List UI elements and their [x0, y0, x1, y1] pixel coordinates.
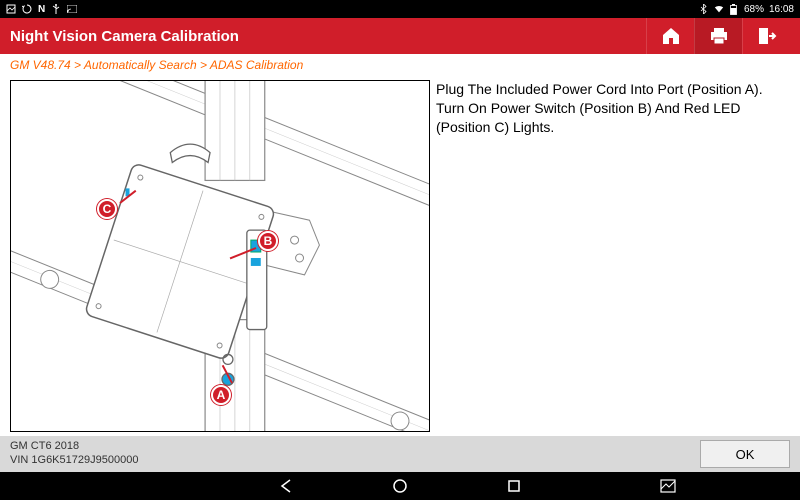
vehicle-model: GM CT6 2018 — [10, 440, 700, 454]
cast-icon — [67, 4, 77, 14]
square-icon — [506, 478, 522, 494]
recents-button[interactable] — [502, 474, 526, 498]
usb-icon — [51, 4, 61, 14]
callout-c: C — [97, 199, 117, 219]
android-nav-bar — [0, 472, 800, 500]
print-icon — [709, 27, 729, 45]
footer-bar: GM CT6 2018 VIN 1G6K51729J9500000 OK — [0, 436, 800, 472]
screenshot-button[interactable] — [656, 474, 680, 498]
wifi-icon — [714, 4, 724, 14]
instruction-text: Plug The Included Power Cord Into Port (… — [434, 80, 790, 432]
main-content: C B A Plug The Included Power Cord Into … — [0, 78, 800, 436]
circle-icon — [392, 478, 408, 494]
vehicle-vin: VIN 1G6K51729J9500000 — [10, 454, 700, 468]
battery-percent: 68% — [744, 4, 764, 15]
n-icon: N — [38, 4, 45, 15]
callout-b: B — [258, 231, 278, 251]
vehicle-info: GM CT6 2018 VIN 1G6K51729J9500000 — [10, 440, 700, 468]
page-title: Night Vision Camera Calibration — [10, 28, 646, 45]
battery-icon — [729, 4, 739, 14]
gallery-icon — [6, 4, 16, 14]
sync-icon — [22, 4, 32, 14]
diagram-container: C B A — [10, 80, 430, 432]
bluetooth-icon — [699, 4, 709, 14]
back-icon — [278, 478, 294, 494]
home-button[interactable] — [646, 18, 694, 54]
home-nav-button[interactable] — [388, 474, 412, 498]
home-icon — [661, 27, 681, 45]
exit-button[interactable] — [742, 18, 790, 54]
back-button[interactable] — [274, 474, 298, 498]
breadcrumb: GM V48.74 > Automatically Search > ADAS … — [0, 54, 800, 78]
ok-button[interactable]: OK — [700, 440, 790, 468]
status-left: N — [6, 4, 77, 15]
status-right: 68% 16:08 — [699, 4, 794, 15]
print-button[interactable] — [694, 18, 742, 54]
calibration-diagram — [11, 81, 429, 431]
clock: 16:08 — [769, 4, 794, 15]
android-status-bar: N 68% 16:08 — [0, 0, 800, 18]
image-icon — [660, 479, 676, 493]
app-header: Night Vision Camera Calibration — [0, 18, 800, 54]
callout-a: A — [211, 385, 231, 405]
exit-icon — [757, 26, 777, 46]
